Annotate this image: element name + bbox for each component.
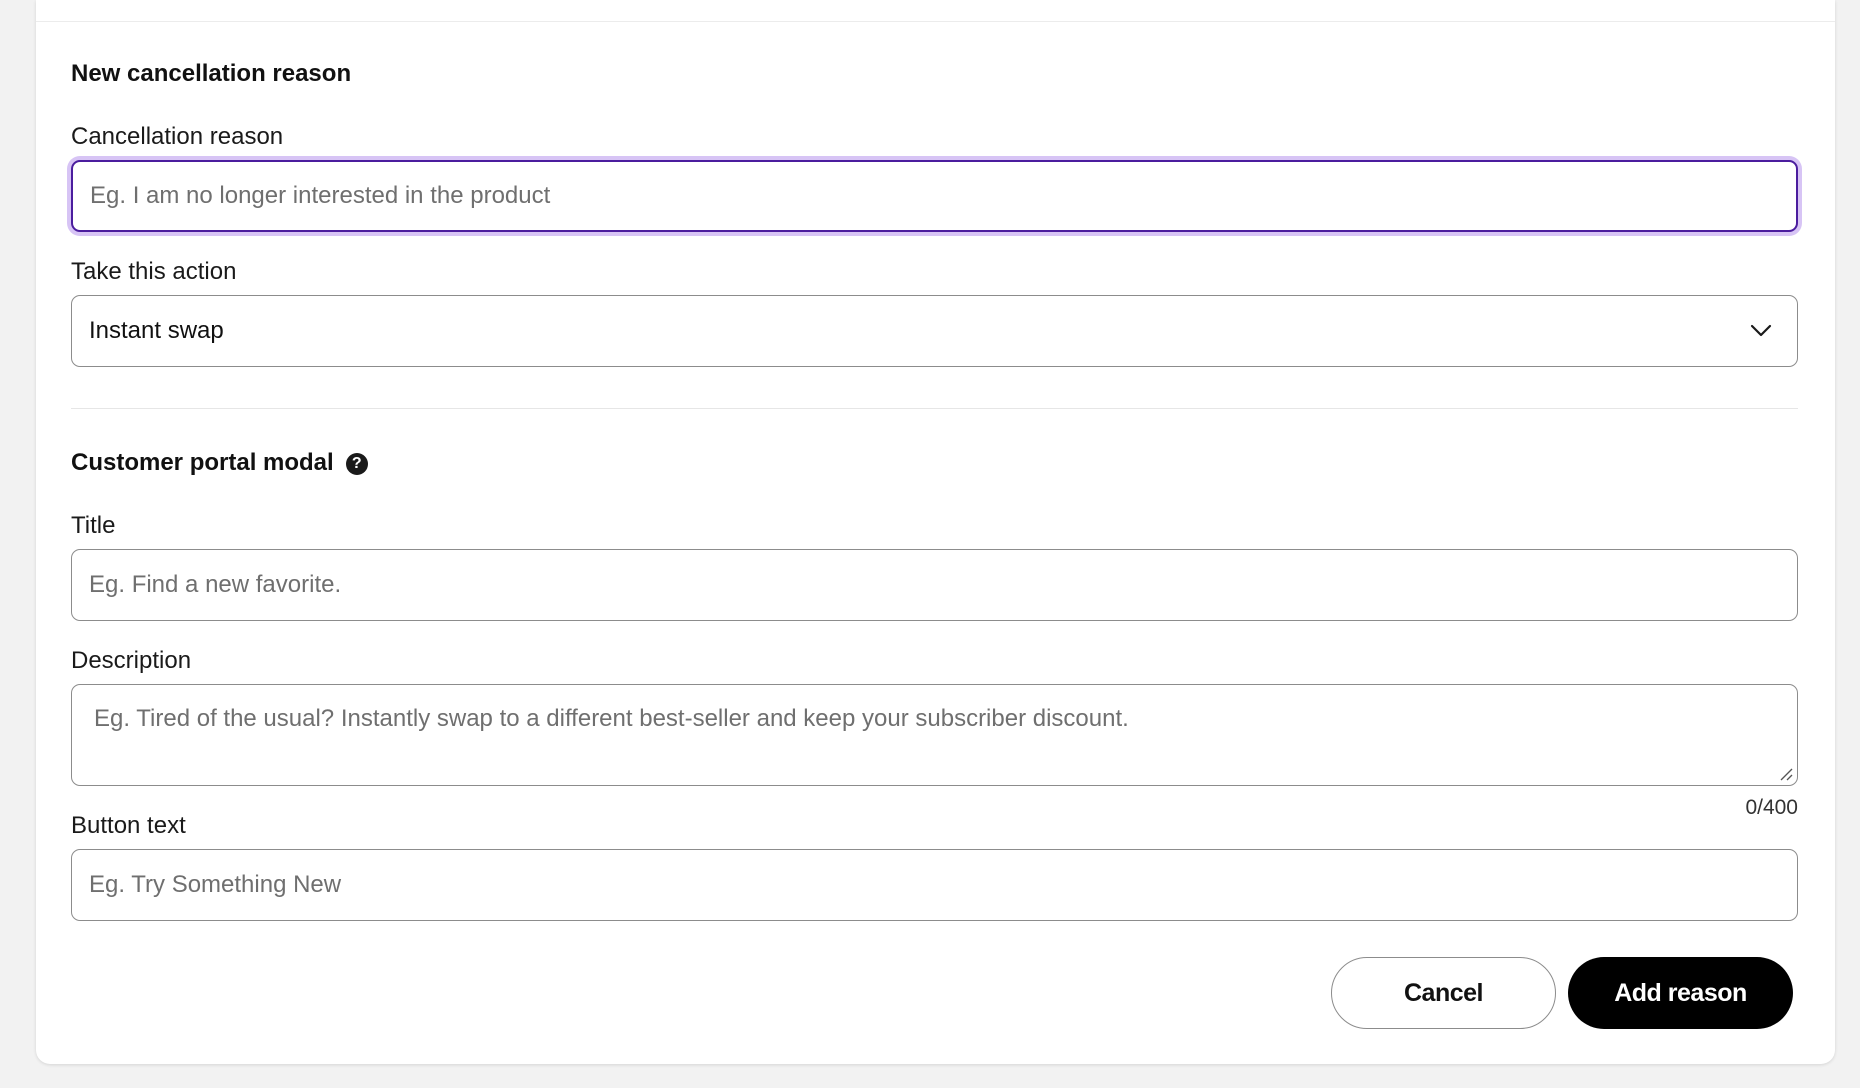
add-reason-button[interactable]: Add reason (1568, 957, 1793, 1029)
button-text-input[interactable] (72, 850, 1797, 920)
section-divider (71, 408, 1798, 409)
new-reason-heading: New cancellation reason (71, 60, 352, 87)
question-circle-icon[interactable]: ? (345, 453, 368, 475)
button-text-field[interactable] (71, 849, 1798, 921)
take-action-label: Take this action (71, 258, 237, 285)
top-divider (36, 21, 1835, 22)
cancellation-reason-card: New cancellation reason Cancellation rea… (36, 0, 1835, 1064)
take-action-selected-value: Instant swap (89, 317, 224, 344)
description-field[interactable] (71, 684, 1798, 786)
title-input[interactable] (72, 550, 1797, 620)
chevron-down-icon (1750, 324, 1772, 337)
title-label: Title (71, 512, 116, 539)
cancellation-reason-label: Cancellation reason (71, 123, 284, 150)
title-field[interactable] (71, 549, 1798, 621)
button-text-label: Button text (71, 812, 186, 839)
cancellation-reason-input[interactable] (73, 162, 1796, 230)
resize-grip-icon[interactable] (1779, 767, 1793, 781)
description-textarea[interactable] (72, 685, 1797, 785)
customer-portal-modal-heading: Customer portal modal? (71, 449, 368, 477)
description-label: Description (71, 647, 192, 674)
customer-portal-modal-title: Customer portal modal (71, 449, 334, 476)
take-action-select[interactable]: Instant swap (71, 295, 1798, 367)
cancel-button[interactable]: Cancel (1331, 957, 1556, 1029)
cancellation-reason-field[interactable] (71, 160, 1798, 232)
description-char-counter: 0/400 (1745, 796, 1798, 819)
